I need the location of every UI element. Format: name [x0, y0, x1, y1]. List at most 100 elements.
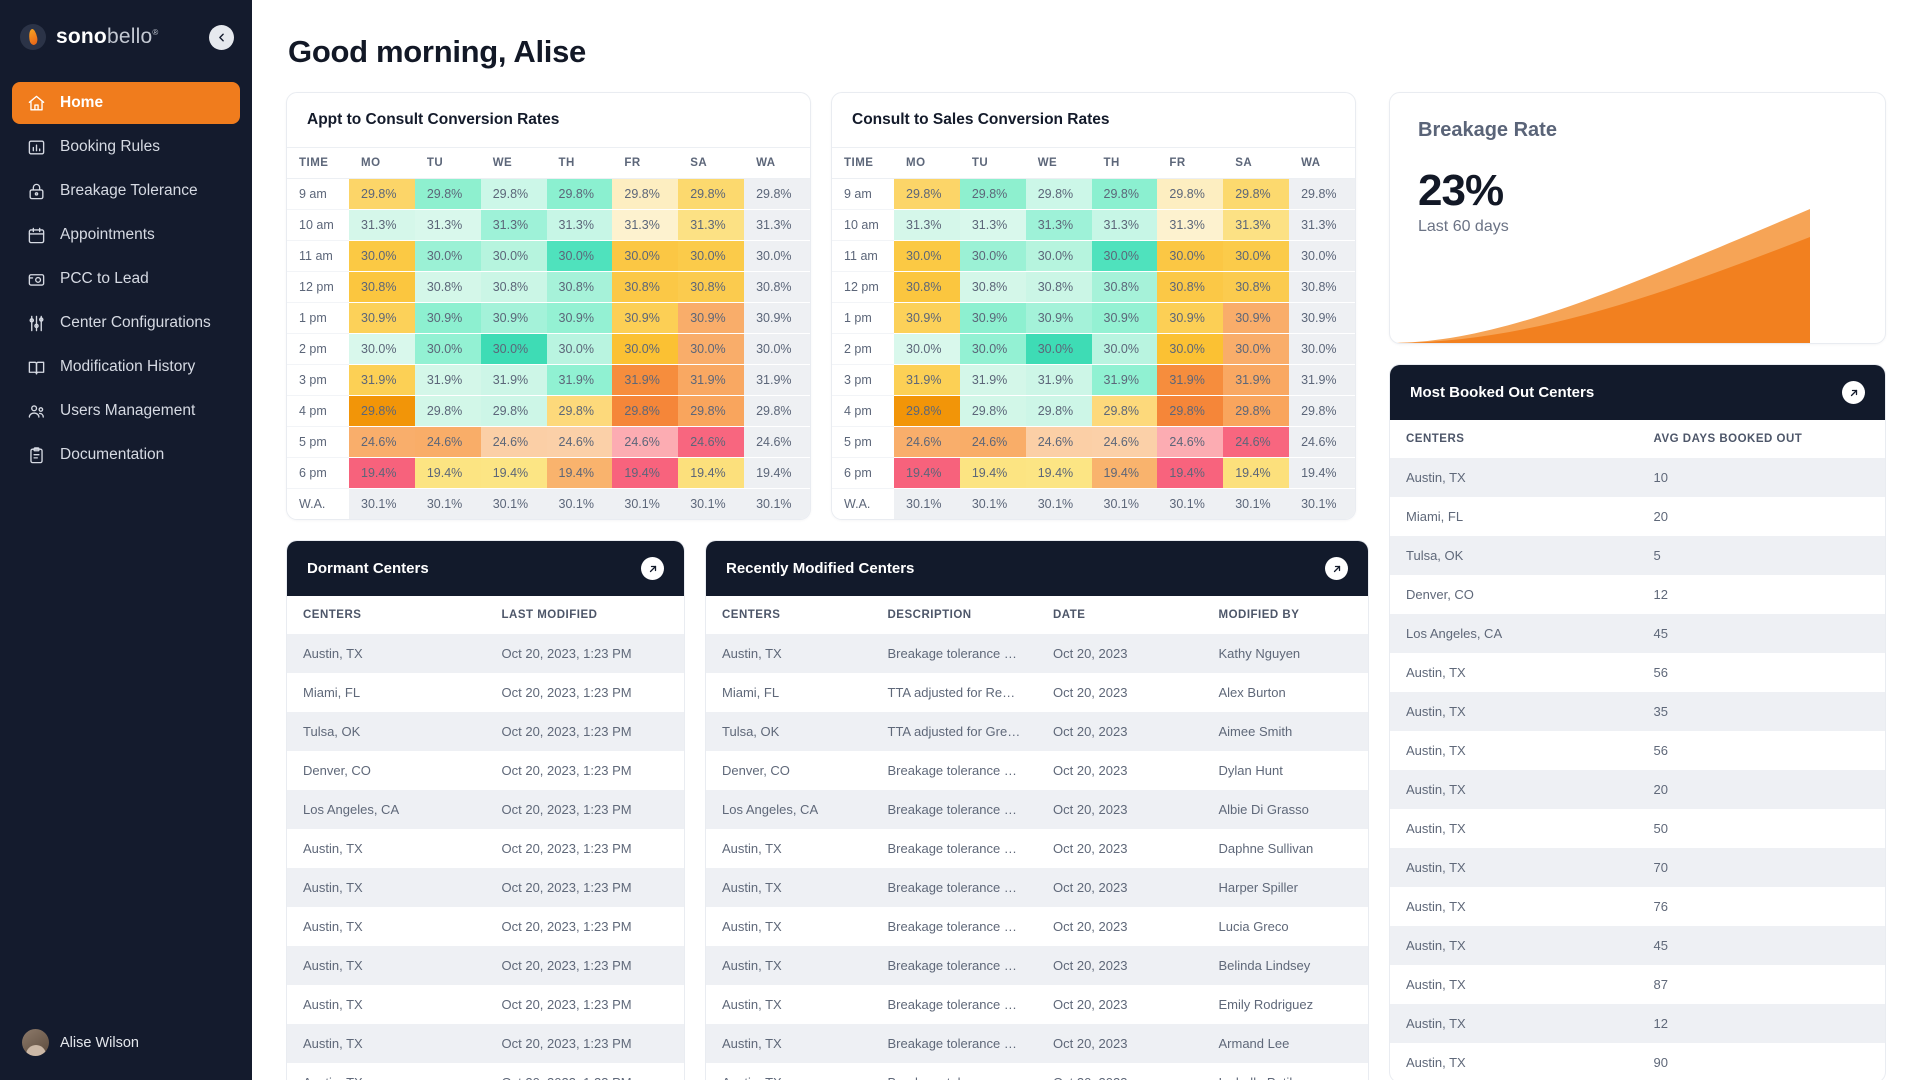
- table-row[interactable]: Austin, TXOct 20, 2023, 1:23 PM: [287, 946, 684, 985]
- heatmap-cell[interactable]: 30.0%: [480, 333, 547, 365]
- heatmap-cell[interactable]: 30.9%: [959, 302, 1026, 334]
- sidebar-item-users-management[interactable]: Users Management: [12, 390, 240, 432]
- heatmap-cell[interactable]: 30.0%: [744, 240, 810, 272]
- heatmap-cell[interactable]: 30.0%: [1091, 240, 1158, 272]
- heatmap-cell[interactable]: 30.0%: [612, 333, 679, 365]
- table-row[interactable]: Austin, TXOct 20, 2023, 1:23 PM: [287, 907, 684, 946]
- table-row[interactable]: Austin, TXBreakage tolerance changed...O…: [706, 634, 1368, 673]
- heatmap-cell[interactable]: 31.3%: [959, 209, 1026, 241]
- sidebar-item-documentation[interactable]: Documentation: [12, 434, 240, 476]
- heatmap-cell[interactable]: 30.9%: [480, 302, 547, 334]
- table-row[interactable]: Austin, TXOct 20, 2023, 1:23 PM: [287, 829, 684, 868]
- heatmap-cell[interactable]: 29.8%: [744, 178, 810, 210]
- heatmap-cell[interactable]: 30.9%: [1157, 302, 1224, 334]
- heatmap-cell[interactable]: 31.9%: [1289, 364, 1355, 396]
- heatmap-cell[interactable]: 30.0%: [1223, 240, 1290, 272]
- heatmap-cell[interactable]: 29.8%: [1289, 178, 1355, 210]
- heatmap-cell[interactable]: 24.6%: [546, 426, 613, 458]
- table-row[interactable]: Austin, TX 20: [1390, 770, 1885, 809]
- heatmap-cell[interactable]: 24.6%: [612, 426, 679, 458]
- sidebar-collapse-button[interactable]: [209, 24, 234, 50]
- heatmap-cell[interactable]: 24.6%: [1223, 426, 1290, 458]
- heatmap-cell[interactable]: 29.8%: [744, 395, 810, 427]
- heatmap-cell[interactable]: 24.6%: [480, 426, 547, 458]
- table-row[interactable]: Denver, CO Oct 20, 2023, 1:23 PM: [287, 751, 684, 790]
- heatmap-cell[interactable]: 29.8%: [612, 178, 679, 210]
- heatmap-cell[interactable]: 30.8%: [1157, 271, 1224, 303]
- heatmap-cell[interactable]: 29.8%: [678, 178, 745, 210]
- heatmap-cell[interactable]: 30.8%: [744, 271, 810, 303]
- heatmap-cell[interactable]: 30.0%: [894, 333, 960, 365]
- sidebar-user[interactable]: Alise Wilson: [0, 1029, 252, 1056]
- heatmap-cell[interactable]: 30.8%: [1091, 271, 1158, 303]
- heatmap-cell[interactable]: 31.3%: [1289, 209, 1355, 241]
- sidebar-item-breakage-tolerance[interactable]: Breakage Tolerance: [12, 170, 240, 212]
- table-row[interactable]: Denver, CO 12: [1390, 575, 1885, 614]
- heatmap-cell[interactable]: 30.0%: [480, 240, 547, 272]
- table-row[interactable]: Miami, FL TTA adjusted for Red Leads Oct 2…: [706, 673, 1368, 712]
- heatmap-cell[interactable]: 31.3%: [414, 209, 481, 241]
- heatmap-cell[interactable]: 30.9%: [894, 302, 960, 334]
- table-row[interactable]: Austin, TXBreakage tolerance changed...O…: [706, 1063, 1368, 1080]
- heatmap-cell[interactable]: 29.8%: [1025, 395, 1092, 427]
- heatmap-cell[interactable]: 29.8%: [612, 395, 679, 427]
- heatmap-cell[interactable]: 29.8%: [349, 395, 415, 427]
- table-row[interactable]: Austin, TXOct 20, 2023, 1:23 PM: [287, 985, 684, 1024]
- table-row[interactable]: Austin, TX 45: [1390, 926, 1885, 965]
- table-row[interactable]: Denver, CO Breakage tolerance changed... O…: [706, 751, 1368, 790]
- heatmap-cell[interactable]: 30.8%: [546, 271, 613, 303]
- heatmap-cell[interactable]: 29.8%: [894, 395, 960, 427]
- heatmap-cell[interactable]: 30.0%: [546, 333, 613, 365]
- heatmap-cell[interactable]: 31.3%: [1025, 209, 1092, 241]
- table-row[interactable]: Austin, TX 50: [1390, 809, 1885, 848]
- heatmap-cell[interactable]: 30.8%: [349, 271, 415, 303]
- heatmap-cell[interactable]: 30.9%: [744, 302, 810, 334]
- heatmap-cell[interactable]: 30.9%: [349, 302, 415, 334]
- heatmap-cell[interactable]: 31.9%: [480, 364, 547, 396]
- sidebar-item-booking-rules[interactable]: Booking Rules: [12, 126, 240, 168]
- heatmap-cell[interactable]: 19.4%: [546, 457, 613, 489]
- heatmap-cell[interactable]: 24.6%: [414, 426, 481, 458]
- heatmap-cell[interactable]: 29.8%: [959, 178, 1026, 210]
- heatmap-cell[interactable]: 31.3%: [1223, 209, 1290, 241]
- heatmap-cell[interactable]: 31.9%: [1025, 364, 1092, 396]
- heatmap-cell[interactable]: 24.6%: [744, 426, 810, 458]
- table-row[interactable]: Austin, TX 76: [1390, 887, 1885, 926]
- table-row[interactable]: Los Angeles, CA Oct 20, 2023, 1:23 PM: [287, 790, 684, 829]
- table-row[interactable]: Austin, TX 35: [1390, 692, 1885, 731]
- table-row[interactable]: Austin, TXBreakage tolerance changed...O…: [706, 907, 1368, 946]
- heatmap-cell[interactable]: 31.9%: [1223, 364, 1290, 396]
- table-row[interactable]: Los Angeles, CA 45: [1390, 614, 1885, 653]
- heatmap-cell[interactable]: 19.4%: [1025, 457, 1092, 489]
- heatmap-cell[interactable]: 31.3%: [894, 209, 960, 241]
- sidebar-item-home[interactable]: Home: [12, 82, 240, 124]
- heatmap-cell[interactable]: 31.9%: [894, 364, 960, 396]
- arrow-up-right-icon[interactable]: [641, 557, 664, 580]
- heatmap-cell[interactable]: 30.8%: [414, 271, 481, 303]
- heatmap-cell[interactable]: 31.9%: [959, 364, 1026, 396]
- heatmap-cell[interactable]: 31.9%: [612, 364, 679, 396]
- heatmap-cell[interactable]: 30.9%: [1025, 302, 1092, 334]
- heatmap-cell[interactable]: 19.4%: [744, 457, 810, 489]
- heatmap-cell[interactable]: 30.9%: [678, 302, 745, 334]
- arrow-up-right-icon[interactable]: [1325, 557, 1348, 580]
- heatmap-cell[interactable]: 30.0%: [414, 240, 481, 272]
- table-row[interactable]: Austin, TX 90: [1390, 1043, 1885, 1080]
- heatmap-cell[interactable]: 30.0%: [1091, 333, 1158, 365]
- table-row[interactable]: Los Angeles, CABreakage tolerance change…: [706, 790, 1368, 829]
- heatmap-cell[interactable]: 31.3%: [1157, 209, 1224, 241]
- heatmap-cell[interactable]: 29.8%: [1157, 178, 1224, 210]
- heatmap-cell[interactable]: 19.4%: [612, 457, 679, 489]
- heatmap-cell[interactable]: 31.3%: [678, 209, 745, 241]
- heatmap-cell[interactable]: 31.9%: [414, 364, 481, 396]
- heatmap-cell[interactable]: 30.8%: [612, 271, 679, 303]
- heatmap-cell[interactable]: 24.6%: [1025, 426, 1092, 458]
- heatmap-cell[interactable]: 29.8%: [1289, 395, 1355, 427]
- heatmap-cell[interactable]: 30.0%: [894, 240, 960, 272]
- heatmap-cell[interactable]: 31.3%: [744, 209, 810, 241]
- heatmap-cell[interactable]: 30.8%: [1025, 271, 1092, 303]
- heatmap-cell[interactable]: 30.0%: [1025, 240, 1092, 272]
- table-row[interactable]: Tulsa, OK Oct 20, 2023, 1:23 PM: [287, 712, 684, 751]
- sidebar-item-center-configurations[interactable]: Center Configurations: [12, 302, 240, 344]
- heatmap-cell[interactable]: 30.8%: [894, 271, 960, 303]
